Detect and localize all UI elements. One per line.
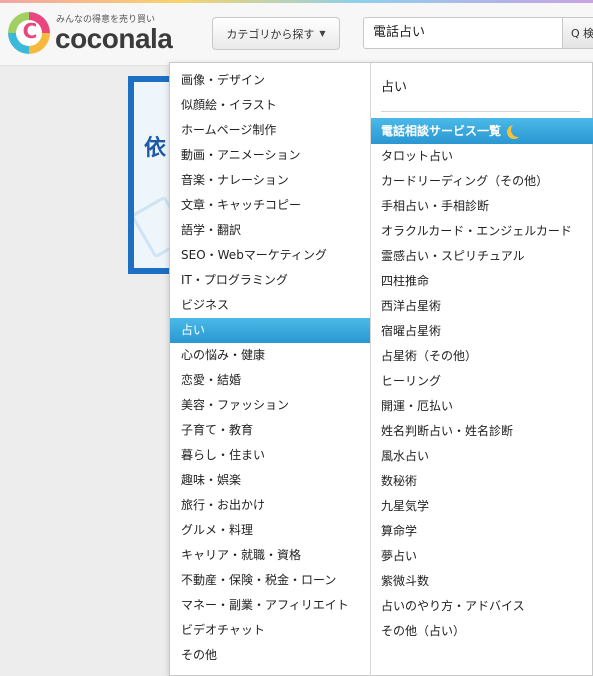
- category-item[interactable]: 子育て・教育: [170, 418, 370, 443]
- category-item[interactable]: 文章・キャッチコピー: [170, 193, 370, 218]
- category-item[interactable]: 動画・アニメーション: [170, 143, 370, 168]
- category-item[interactable]: 心の悩み・健康: [170, 343, 370, 368]
- category-item[interactable]: 音楽・ナレーション: [170, 168, 370, 193]
- subcategory-item[interactable]: 風水占い: [371, 444, 593, 469]
- category-item[interactable]: キャリア・就職・資格: [170, 543, 370, 568]
- subcategory-item[interactable]: カードリーディング（その他）: [371, 169, 593, 194]
- category-item[interactable]: グルメ・料理: [170, 518, 370, 543]
- moon-icon: [511, 123, 525, 137]
- top-header: C みんなの得意を売り買い coconala カテゴリから探す ▼ 電話占い Q…: [0, 0, 593, 66]
- subcategory-list: 電話相談サービス一覧 タロット占い カードリーディング（その他） 手相占い・手相診断…: [371, 118, 593, 644]
- phone-consult-label: 電話相談サービス一覧: [381, 123, 502, 138]
- category-dropdown-button[interactable]: カテゴリから探す ▼: [212, 17, 340, 50]
- category-item[interactable]: 語学・翻訳: [170, 218, 370, 243]
- category-item[interactable]: SEO・Webマーケティング: [170, 243, 370, 268]
- subcategory-item[interactable]: 四柱推命: [371, 269, 593, 294]
- subcategory-item[interactable]: 宿曜占星術: [371, 319, 593, 344]
- subcategory-item[interactable]: 数秘術: [371, 469, 593, 494]
- chevron-down-icon: ▼: [319, 29, 326, 38]
- subcategory-item[interactable]: ヒーリング: [371, 369, 593, 394]
- category-item[interactable]: 占い: [170, 318, 370, 343]
- category-item[interactable]: 暮らし・住まい: [170, 443, 370, 468]
- subcategory-item[interactable]: 手相占い・手相診断: [371, 194, 593, 219]
- search-button[interactable]: Q 検: [562, 17, 593, 49]
- promo-banner-text: 依: [144, 136, 167, 161]
- logo-wordmark: coconala: [55, 23, 173, 54]
- category-item[interactable]: 趣味・娯楽: [170, 468, 370, 493]
- subcategory-item[interactable]: 西洋占星術: [371, 294, 593, 319]
- category-item[interactable]: 旅行・お出かけ: [170, 493, 370, 518]
- subcategory-title: 占い: [381, 80, 408, 95]
- subcategory-item[interactable]: 紫微斗数: [371, 569, 593, 594]
- category-item[interactable]: その他: [170, 643, 370, 668]
- subcategory-divider: [381, 111, 580, 112]
- logo-mark-letter: C: [22, 19, 38, 43]
- subcategory-item[interactable]: 占星術（その他）: [371, 344, 593, 369]
- subcategory-item[interactable]: オラクルカード・エンジェルカード: [371, 219, 593, 244]
- phone-consult-link[interactable]: 電話相談サービス一覧: [371, 118, 593, 144]
- header-color-stripe: [0, 0, 593, 3]
- category-menu: 画像・デザイン 似顔絵・イラスト ホームページ制作 動画・アニメーション 音楽・ナレーシ…: [169, 62, 593, 676]
- category-item[interactable]: マネー・副業・アフィリエイト: [170, 593, 370, 618]
- category-item[interactable]: 画像・デザイン: [170, 68, 370, 93]
- subcategory-item[interactable]: タロット占い: [371, 144, 593, 169]
- subcategory-item[interactable]: 姓名判断占い・姓名診断: [371, 419, 593, 444]
- category-item[interactable]: 恋愛・結婚: [170, 368, 370, 393]
- category-button-label: カテゴリから探す: [226, 27, 315, 41]
- search-input[interactable]: 電話占い: [363, 17, 563, 49]
- category-item[interactable]: IT・プログラミング: [170, 268, 370, 293]
- category-item[interactable]: 似顔絵・イラスト: [170, 93, 370, 118]
- subcategory-pane: 占い 電話相談サービス一覧 タロット占い カードリーディング（その他） 手相占い・手…: [371, 63, 593, 676]
- subcategory-item[interactable]: 霊感占い・スピリチュアル: [371, 244, 593, 269]
- subcategory-item[interactable]: その他（占い）: [371, 619, 593, 644]
- category-item[interactable]: ホームページ制作: [170, 118, 370, 143]
- category-item[interactable]: 不動産・保険・税金・ローン: [170, 568, 370, 593]
- coconala-logo[interactable]: C みんなの得意を売り買い coconala: [8, 10, 198, 56]
- category-item[interactable]: 美容・ファッション: [170, 393, 370, 418]
- subcategory-item[interactable]: 夢占い: [371, 544, 593, 569]
- search-button-label: Q 検: [571, 27, 593, 40]
- category-list: 画像・デザイン 似顔絵・イラスト ホームページ制作 動画・アニメーション 音楽・ナレーシ…: [170, 68, 370, 668]
- category-item[interactable]: ビジネス: [170, 293, 370, 318]
- subcategory-item[interactable]: 占いのやり方・アドバイス: [371, 594, 593, 619]
- subcategory-item[interactable]: 算命学: [371, 519, 593, 544]
- subcategory-item[interactable]: 開運・厄払い: [371, 394, 593, 419]
- subcategory-item[interactable]: 九星気学: [371, 494, 593, 519]
- category-item[interactable]: ビデオチャット: [170, 618, 370, 643]
